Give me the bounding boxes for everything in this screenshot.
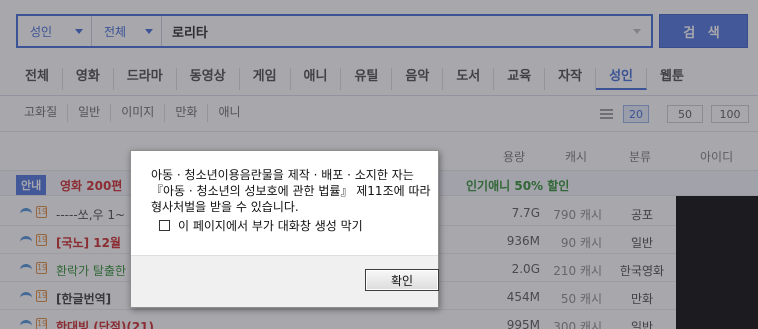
- dialog-message: 아동 · 청소년이용음란물을 제작 · 배포 · 소지한 자는 『아동 · 청소…: [151, 168, 431, 214]
- ok-button[interactable]: 확인: [365, 269, 439, 291]
- suppress-dialogs-checkbox[interactable]: 이 페이지에서 부가 대화창 생성 막기: [159, 217, 363, 234]
- checkbox-box[interactable]: [159, 220, 170, 231]
- checkbox-label[interactable]: 이 페이지에서 부가 대화창 생성 막기: [178, 217, 363, 234]
- warning-dialog: 아동 · 청소년이용음란물을 제작 · 배포 · 소지한 자는 『아동 · 청소…: [130, 150, 439, 308]
